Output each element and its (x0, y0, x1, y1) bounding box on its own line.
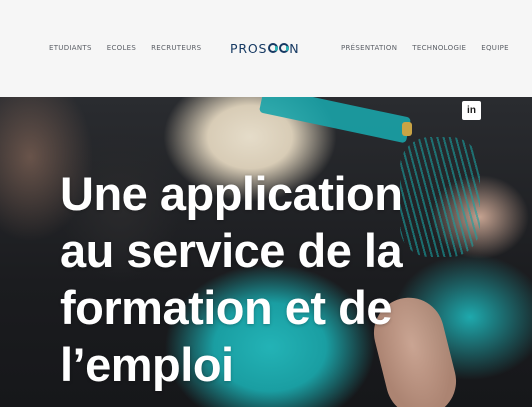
logo-o-mark (278, 43, 289, 53)
headline-line-3: formation et de (60, 281, 392, 334)
headline-line-1: Une application (60, 167, 403, 220)
site-header: ETUDIANTS ECOLES RECRUTEURS PROS N PRÉSE… (0, 0, 532, 97)
headline-line-4: l’emploi (60, 338, 234, 391)
nav-link-technologie[interactable]: TECHNOLOGIE (412, 44, 466, 53)
logo-text-end: N (289, 40, 300, 56)
hero-headline: Une application au service de la formati… (60, 165, 480, 393)
logo-o-mark (267, 43, 278, 53)
logo-text-start: PROS (230, 40, 268, 56)
nav-right: PRÉSENTATION TECHNOLOGIE EQUIPE (341, 44, 509, 53)
headline-line-2: au service de la (60, 224, 403, 277)
hero-photo-tassel-knot (402, 122, 412, 136)
linkedin-label: in (467, 104, 476, 116)
nav-link-equipe[interactable]: EQUIPE (481, 44, 509, 53)
nav-link-ecoles[interactable]: ECOLES (107, 44, 136, 53)
linkedin-icon[interactable]: in (462, 101, 481, 120)
nav-link-etudiants[interactable]: ETUDIANTS (49, 44, 92, 53)
hero-photo-cap-band (258, 97, 412, 144)
nav-link-presentation[interactable]: PRÉSENTATION (341, 44, 397, 53)
nav-link-recruteurs[interactable]: RECRUTEURS (151, 44, 201, 53)
nav-left: ETUDIANTS ECOLES RECRUTEURS (49, 44, 201, 53)
prosoon-logo[interactable]: PROS N (230, 40, 299, 56)
